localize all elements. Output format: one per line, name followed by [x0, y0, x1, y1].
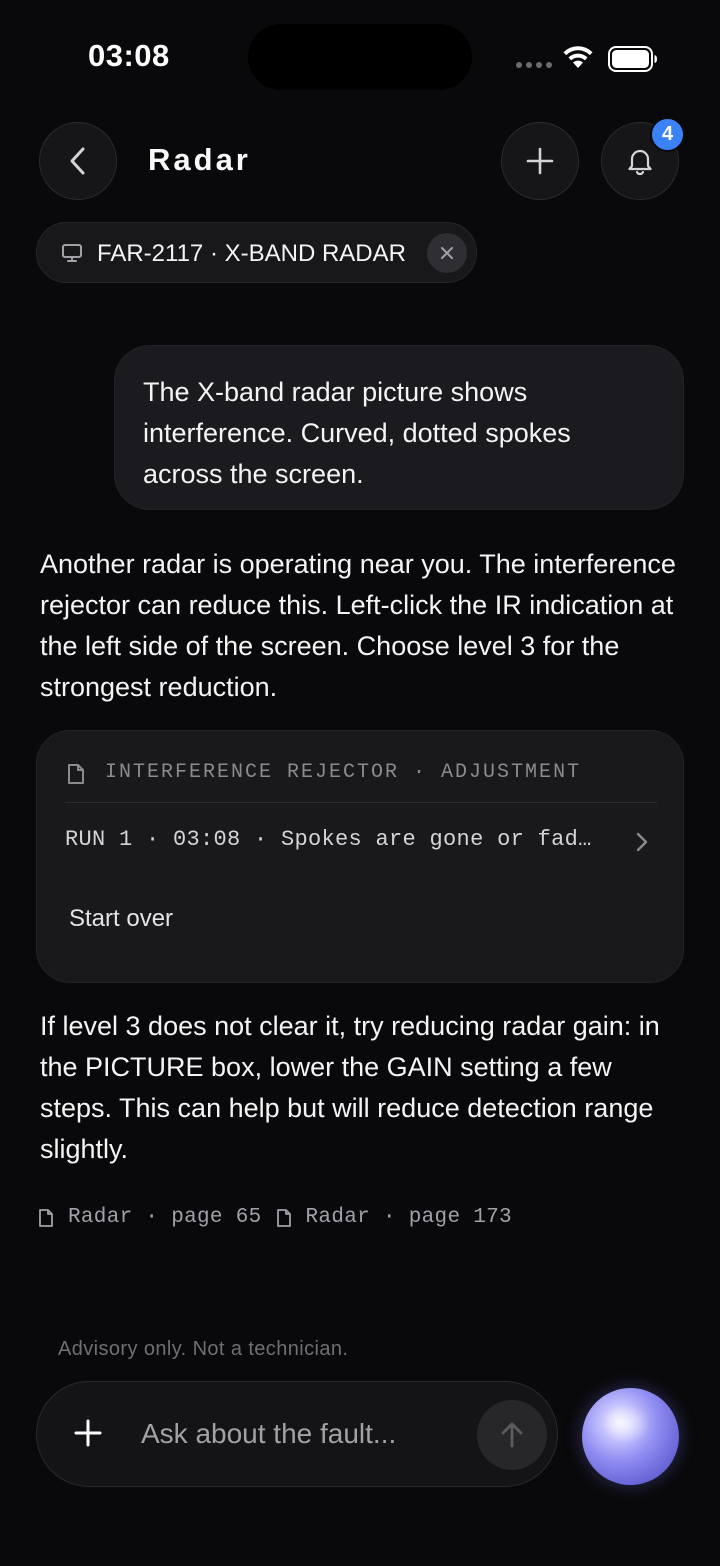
source-link[interactable]: Radar · page 173	[276, 1206, 512, 1229]
document-icon	[276, 1208, 291, 1227]
send-button[interactable]	[477, 1400, 547, 1470]
source-label: Radar · page 65	[68, 1206, 262, 1229]
message-composer	[36, 1381, 558, 1487]
assistant-reply: Another radar is operating near you. The…	[40, 549, 676, 702]
procedure-card-heading: INTERFERENCE REJECTOR · ADJUSTMENT	[105, 761, 582, 784]
advisory-note: Advisory only. Not a technician.	[58, 1338, 349, 1360]
document-icon	[39, 1208, 53, 1227]
source-link[interactable]: Radar · page 65	[38, 1206, 262, 1229]
chevron-left-icon	[70, 147, 85, 175]
source-list: Radar · page 65 Radar · page 173	[38, 1206, 512, 1229]
source-label: Radar · page 173	[305, 1206, 512, 1229]
plus-icon	[74, 1419, 102, 1447]
wifi-icon	[562, 44, 594, 75]
procedure-card: INTERFERENCE REJECTOR · ADJUSTMENT RUN 1…	[36, 730, 684, 983]
user-message-bubble: The X-band radar picture shows interfere…	[114, 345, 684, 510]
battery-icon	[608, 46, 658, 77]
close-icon	[441, 247, 453, 259]
document-icon	[67, 763, 85, 790]
back-button[interactable]	[39, 122, 117, 200]
plus-icon	[526, 147, 554, 175]
chevron-right-icon	[635, 831, 649, 858]
cellular-signal-icon	[516, 62, 552, 68]
assistant-reply: If level 3 does not clear it, try reduci…	[40, 1011, 660, 1164]
bell-icon	[628, 149, 652, 176]
status-time: 03:08	[88, 38, 170, 73]
arrow-up-icon	[501, 1422, 523, 1448]
attach-button[interactable]	[73, 1418, 103, 1453]
page-title: Radar	[148, 142, 251, 177]
dynamic-island	[248, 24, 472, 90]
procedure-run-row[interactable]: RUN 1 · 03:08 · Spokes are gone or fad…	[65, 827, 657, 861]
procedure-run-text: RUN 1 · 03:08 · Spokes are gone or fad…	[65, 827, 592, 852]
device-chip-label: FAR-2117 · X-BAND RADAR	[97, 240, 406, 267]
monitor-icon	[61, 243, 83, 268]
divider	[65, 802, 657, 803]
device-chip[interactable]: FAR-2117 · X-BAND RADAR	[36, 222, 477, 283]
message-input[interactable]	[141, 1412, 471, 1456]
remove-device-button[interactable]	[427, 233, 467, 273]
start-over-button[interactable]: Start over	[69, 905, 173, 933]
new-chat-button[interactable]	[501, 122, 579, 200]
notification-count-badge: 4	[650, 117, 685, 152]
assistant-orb-icon[interactable]	[582, 1388, 679, 1485]
